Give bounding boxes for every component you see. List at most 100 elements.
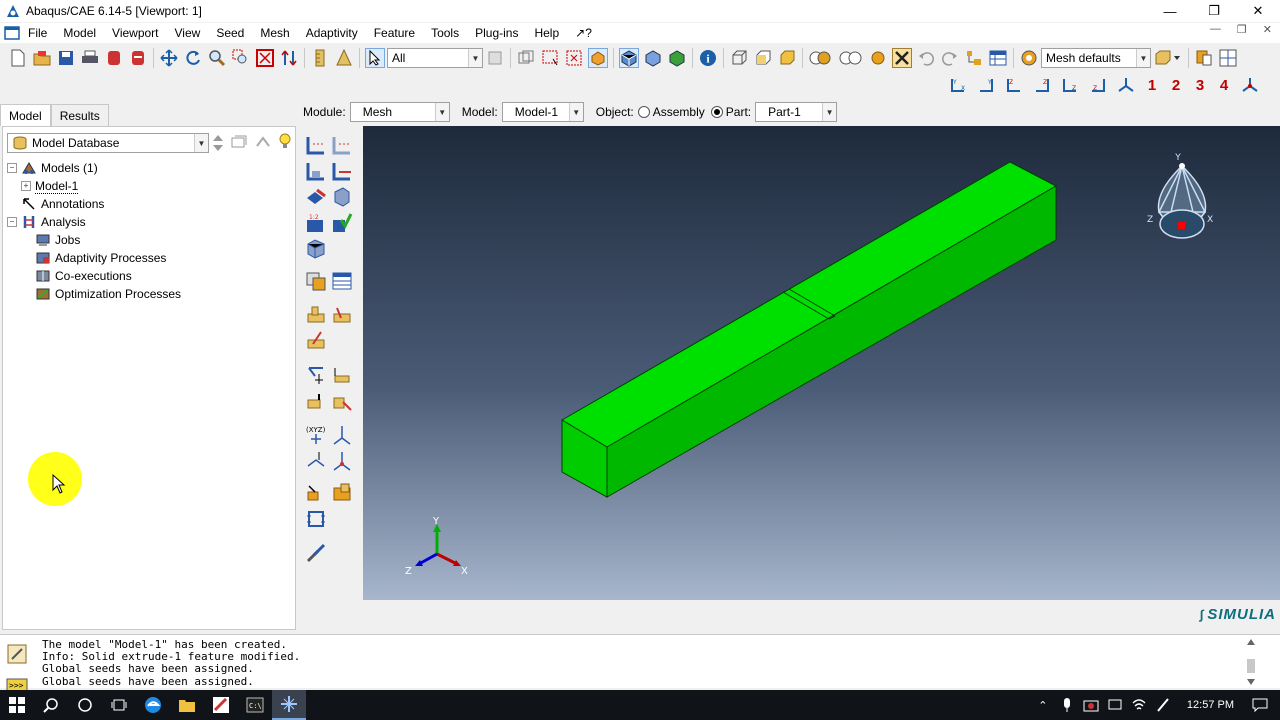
pan-icon[interactable] [159, 48, 179, 68]
part-select[interactable]: Part-1 ▼ [755, 102, 838, 122]
mesh-stats-icon[interactable] [331, 270, 353, 292]
save-icon[interactable] [56, 48, 76, 68]
pick-from-viewport-icon[interactable] [516, 48, 536, 68]
part-radio[interactable] [710, 106, 723, 118]
view-1-button[interactable]: 1 [1142, 77, 1162, 94]
part-model-view[interactable] [363, 126, 1280, 600]
lightbulb-icon[interactable] [277, 132, 293, 150]
repair-icon[interactable] [305, 390, 327, 412]
select-cursor-icon[interactable] [365, 48, 385, 68]
view-user-axes-icon[interactable] [1240, 75, 1260, 95]
view-zx-icon[interactable]: Z [1004, 75, 1024, 95]
menu-adaptivity[interactable]: Adaptivity [306, 26, 358, 40]
datum-icon[interactable] [331, 364, 353, 386]
taskbar-app[interactable] [204, 690, 238, 720]
table-icon[interactable] [988, 48, 1008, 68]
partition-cell-icon[interactable] [305, 330, 327, 352]
taskbar-file-explorer[interactable] [170, 690, 204, 720]
edit-mesh-icon[interactable] [305, 238, 327, 260]
view-zy-icon[interactable]: Z [1088, 75, 1108, 95]
tree-filter-icon[interactable] [231, 135, 247, 149]
model-select[interactable]: Model-1 ▼ [501, 102, 584, 122]
query-tool-icon[interactable] [305, 482, 327, 504]
element-type-icon[interactable] [331, 186, 353, 208]
start-button[interactable] [0, 690, 34, 720]
rotate-icon[interactable] [183, 48, 203, 68]
print-icon[interactable] [80, 48, 100, 68]
view-box-front-icon[interactable] [729, 48, 749, 68]
create-datum-point-icon[interactable]: (XYZ) [305, 424, 327, 446]
menu-feature[interactable]: Feature [374, 26, 415, 40]
view-4-button[interactable]: 4 [1214, 77, 1234, 94]
close-button[interactable]: ✕ [1236, 0, 1280, 22]
menu-viewport[interactable]: Viewport [112, 26, 158, 40]
repair-edge-icon[interactable] [331, 390, 353, 412]
open-folder-icon[interactable] [32, 48, 52, 68]
search-button[interactable] [34, 690, 68, 720]
render-hidden-icon[interactable] [643, 48, 663, 68]
auto-fit-icon[interactable] [255, 48, 275, 68]
cycle-views-icon[interactable] [279, 48, 299, 68]
tree-item-models[interactable]: − Models (1) [7, 159, 287, 177]
message-scrollbar[interactable] [1244, 637, 1258, 687]
seed-edges-icon[interactable] [331, 134, 353, 156]
feature-tree-icon[interactable] [964, 48, 984, 68]
highlight-object-icon[interactable] [588, 48, 608, 68]
view-xy-icon[interactable]: YX [948, 75, 968, 95]
verify-mesh-icon[interactable]: 1:2 [305, 212, 327, 234]
tab-results[interactable]: Results [50, 104, 109, 126]
mesh-controls-icon[interactable] [305, 186, 327, 208]
beam-top-face[interactable] [561, 161, 1058, 448]
view-box-iso-icon[interactable] [777, 48, 797, 68]
camera-icon[interactable] [1079, 690, 1103, 720]
partition-edge-icon[interactable] [331, 304, 353, 326]
menu-help[interactable]: Help [534, 26, 559, 40]
menu-file[interactable]: File [28, 26, 47, 40]
assign-stack-icon[interactable] [305, 270, 327, 292]
model-database-select[interactable]: Model Database ▼ [7, 133, 209, 153]
drag-select-grid-icon[interactable] [564, 48, 584, 68]
mdi-restore-icon[interactable]: ❐ [1237, 23, 1247, 36]
view-yz-icon[interactable]: Z [1060, 75, 1080, 95]
microphone-icon[interactable] [1055, 690, 1079, 720]
create-datum-plane-icon[interactable] [305, 450, 327, 472]
copy-viewport-icon[interactable] [1194, 48, 1214, 68]
grid-icon[interactable] [1218, 48, 1238, 68]
mesh-part-icon[interactable] [305, 160, 327, 182]
minimize-button[interactable]: — [1148, 0, 1192, 22]
view-iso-axes-icon[interactable] [1116, 75, 1136, 95]
view-xz-icon[interactable]: Z [1032, 75, 1052, 95]
display-options-icon[interactable] [1153, 48, 1183, 68]
tree-item-adaptivity-processes[interactable]: Adaptivity Processes [7, 249, 287, 267]
undo-icon[interactable] [916, 48, 936, 68]
view-box-side-icon[interactable] [753, 48, 773, 68]
zoom-icon[interactable] [207, 48, 227, 68]
menu-seed[interactable]: Seed [216, 26, 244, 40]
view-3-button[interactable]: 3 [1190, 77, 1210, 94]
menu-mesh[interactable]: Mesh [260, 26, 289, 40]
viewport[interactable]: Y Z X Y X Z [363, 126, 1280, 600]
create-datum-axis-icon[interactable] [331, 424, 353, 446]
tree-item-annotations[interactable]: Annotations [7, 195, 287, 213]
mdi-close-icon[interactable]: ✕ [1263, 23, 1272, 36]
mdi-minimize-icon[interactable]: — [1210, 23, 1221, 36]
cortana-button[interactable] [68, 690, 102, 720]
document-icon[interactable] [4, 26, 20, 40]
shell-thickness-icon[interactable] [808, 48, 834, 68]
virtual-topology-icon[interactable] [305, 364, 327, 386]
view-yx-icon[interactable]: Y [976, 75, 996, 95]
beam-side-face[interactable] [606, 185, 1057, 498]
assembly-radio[interactable] [637, 106, 650, 118]
tools-icon[interactable] [305, 542, 327, 564]
menu-plugins[interactable]: Plug-ins [475, 26, 518, 40]
info-icon[interactable]: i [698, 48, 718, 68]
new-file-icon[interactable] [8, 48, 28, 68]
menu-view[interactable]: View [175, 26, 201, 40]
partition-face-icon[interactable] [305, 304, 327, 326]
tools-cross-icon[interactable] [892, 48, 912, 68]
tree-expander[interactable]: − [7, 217, 17, 227]
tree-item-optimization-processes[interactable]: Optimization Processes [7, 285, 287, 303]
seed-part-icon[interactable] [305, 134, 327, 156]
redo-icon[interactable] [940, 48, 960, 68]
taskbar-command-prompt[interactable]: C:\ [238, 690, 272, 720]
